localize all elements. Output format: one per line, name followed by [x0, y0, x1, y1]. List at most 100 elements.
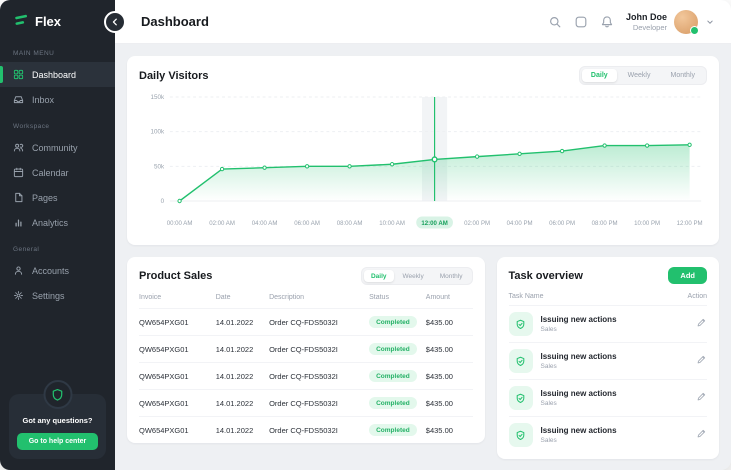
svg-text:10:00 PM: 10:00 PM [634, 220, 660, 227]
svg-text:06:00 AM: 06:00 AM [294, 220, 320, 227]
svg-text:08:00 PM: 08:00 PM [592, 220, 618, 227]
task-shield-icon [509, 423, 533, 447]
sidebar-item-pages[interactable]: Pages [0, 185, 115, 210]
cell-date: 14.01.2022 [216, 426, 269, 435]
section-label-general: General [0, 235, 115, 258]
sidebar-item-community[interactable]: Community [0, 135, 115, 160]
svg-text:10:00 AM: 10:00 AM [379, 220, 405, 227]
column-action: Action [688, 293, 707, 300]
edit-icon[interactable] [696, 389, 707, 407]
task-subtitle: Sales [541, 363, 617, 370]
product-sales-card: Product Sales DailyWeeklyMonthly Invoice… [127, 257, 485, 443]
sidebar-item-analytics[interactable]: Analytics [0, 210, 115, 235]
sidebar-item-label: Settings [32, 291, 65, 301]
sales-table-header: InvoiceDateDescriptionStatusAmount [139, 285, 473, 308]
sidebar-item-dashboard[interactable]: Dashboard [0, 62, 115, 87]
sidebar-item-calendar[interactable]: Calendar [0, 160, 115, 185]
period-tab-button[interactable]: Daily [582, 69, 617, 82]
task-shield-icon [509, 386, 533, 410]
community-icon [13, 142, 24, 153]
cell-date: 14.01.2022 [216, 345, 269, 354]
help-center-button[interactable]: Go to help center [17, 433, 98, 450]
sidebar-item-label: Pages [32, 193, 58, 203]
search-icon[interactable] [548, 15, 562, 29]
analytics-icon [13, 217, 24, 228]
app-window: Flex MAIN MENU Dashboard Inbox Workspace… [0, 0, 731, 470]
list-item: Issuing new actions Sales [509, 305, 708, 342]
column-header: Date [216, 294, 269, 301]
svg-text:12:00 PM: 12:00 PM [677, 220, 703, 227]
task-subtitle: Sales [541, 326, 617, 333]
user-name: John Doe [626, 12, 667, 22]
svg-text:08:00 AM: 08:00 AM [337, 220, 363, 227]
sidebar-item-label: Dashboard [32, 70, 76, 80]
calendar-icon [13, 167, 24, 178]
sales-period-toggle: DailyWeeklyMonthly [361, 267, 473, 285]
sales-table-body: QW654PXG01 14.01.2022 Order CQ-FDS5032I … [139, 308, 473, 443]
sidebar-item-settings[interactable]: Settings [0, 283, 115, 308]
dashboard-icon [13, 69, 24, 80]
cell-description: Order CQ-FDS5032I [269, 399, 369, 408]
cell-invoice: QW654PXG01 [139, 426, 216, 435]
cell-invoice: QW654PXG01 [139, 372, 216, 381]
cell-description: Order CQ-FDS5032I [269, 426, 369, 435]
cell-amount: $435.00 [426, 399, 473, 408]
user-menu[interactable]: John Doe Developer [626, 10, 715, 34]
period-tab-button[interactable]: Daily [364, 270, 394, 282]
status-badge: Completed [369, 370, 417, 382]
task-title: Issuing new actions [541, 389, 617, 398]
column-header: Status [369, 294, 426, 301]
svg-text:12:00 AM: 12:00 AM [421, 220, 447, 227]
bell-icon[interactable] [600, 15, 614, 29]
period-tab-button[interactable]: Weekly [396, 270, 431, 282]
edit-icon[interactable] [696, 315, 707, 333]
task-text: Issuing new actions Sales [541, 389, 617, 407]
column-header: Invoice [139, 294, 216, 301]
edit-icon[interactable] [696, 426, 707, 444]
apps-icon[interactable] [574, 15, 588, 29]
svg-text:04:00 AM: 04:00 AM [252, 220, 278, 227]
cell-amount: $435.00 [426, 426, 473, 435]
cell-description: Order CQ-FDS5032I [269, 372, 369, 381]
cell-status: Completed [369, 424, 426, 436]
edit-icon[interactable] [696, 352, 707, 370]
period-tab-button[interactable]: Weekly [619, 69, 660, 82]
collapse-sidebar-button[interactable] [104, 11, 126, 33]
status-badge: Completed [369, 397, 417, 409]
task-list-header: Task Name Action [509, 284, 708, 305]
flex-logo-icon [13, 13, 29, 29]
add-task-button[interactable]: Add [668, 267, 707, 284]
cell-date: 14.01.2022 [216, 318, 269, 327]
list-item: Issuing new actions Sales [509, 379, 708, 416]
chevron-down-icon[interactable] [705, 17, 715, 27]
avatar[interactable] [674, 10, 698, 34]
period-tab-button[interactable]: Monthly [433, 270, 470, 282]
table-row: QW654PXG01 14.01.2022 Order CQ-FDS5032I … [139, 308, 473, 335]
cell-invoice: QW654PXG01 [139, 318, 216, 327]
cell-invoice: QW654PXG01 [139, 399, 216, 408]
sidebar-item-accounts[interactable]: Accounts [0, 258, 115, 283]
task-text: Issuing new actions Sales [541, 315, 617, 333]
sidebar-item-inbox[interactable]: Inbox [0, 87, 115, 112]
help-question: Got any questions? [17, 416, 98, 425]
svg-text:00:00 AM: 00:00 AM [167, 220, 193, 227]
cell-description: Order CQ-FDS5032I [269, 318, 369, 327]
header-actions: John Doe Developer [548, 10, 715, 34]
svg-text:02:00 PM: 02:00 PM [464, 220, 490, 227]
accounts-icon [13, 265, 24, 276]
sidebar-item-label: Analytics [32, 218, 68, 228]
period-tab-button[interactable]: Monthly [661, 69, 704, 82]
cell-description: Order CQ-FDS5032I [269, 345, 369, 354]
task-subtitle: Sales [541, 437, 617, 444]
visitors-period-toggle: DailyWeeklyMonthly [579, 66, 707, 85]
column-header: Amount [426, 294, 473, 301]
product-sales-title: Product Sales [139, 270, 212, 282]
user-info: John Doe Developer [626, 12, 667, 32]
status-badge: Completed [369, 343, 417, 355]
section-label-main-menu: MAIN MENU [0, 39, 115, 62]
column-task-name: Task Name [509, 293, 544, 300]
task-shield-icon [509, 312, 533, 336]
task-shield-icon [509, 349, 533, 373]
brand-logo: Flex [0, 0, 115, 39]
cell-status: Completed [369, 343, 426, 355]
